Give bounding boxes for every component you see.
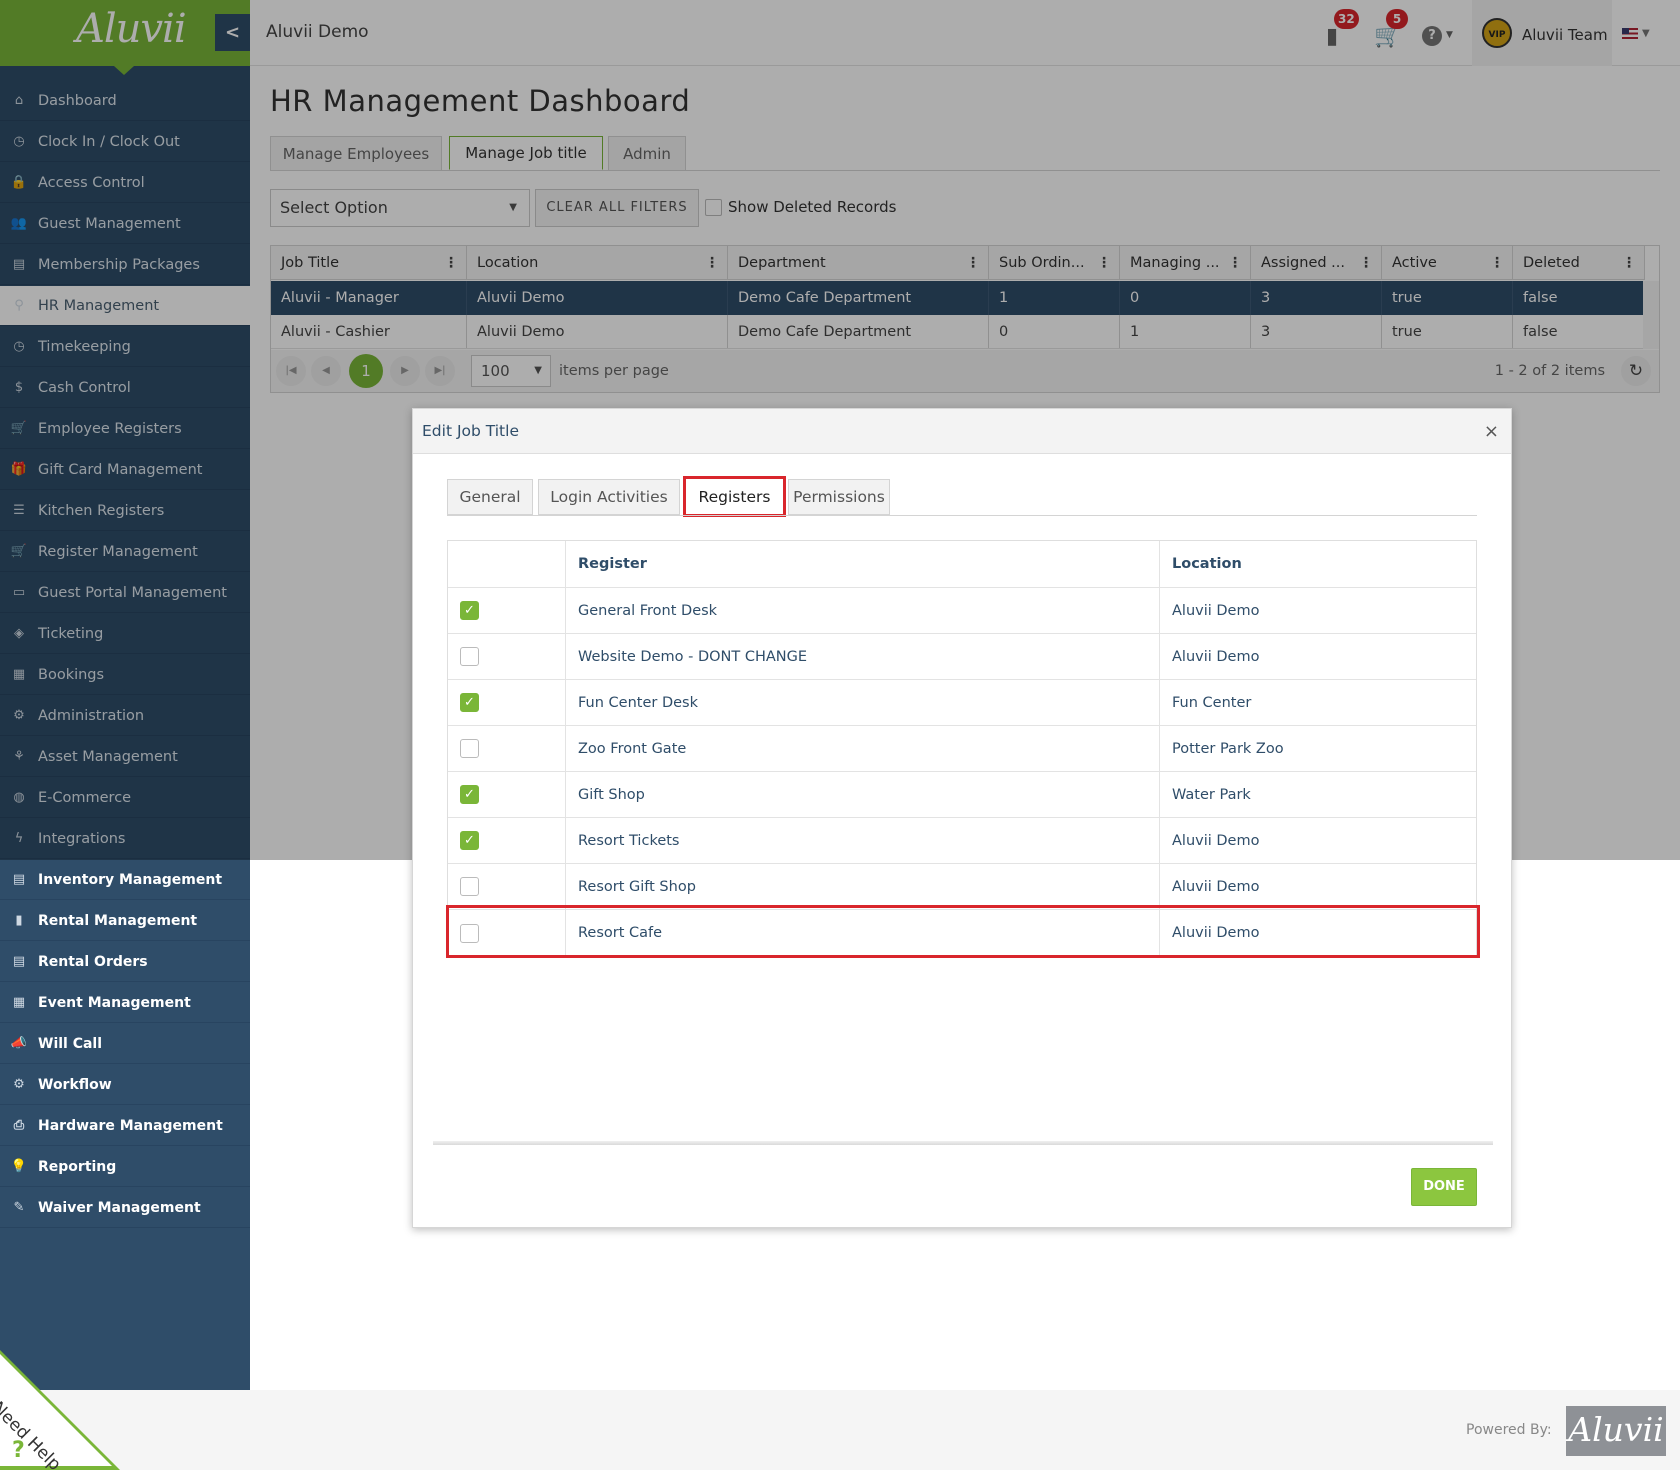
register-name: Resort Cafe: [566, 910, 1160, 956]
modal-tab-divider: [447, 515, 1477, 516]
waiver-management-icon: ✎: [13, 1200, 25, 1215]
register-location: Fun Center: [1172, 694, 1252, 711]
edit-job-title-modal: Edit Job Title × General Login Activitie…: [412, 408, 1512, 1228]
sidebar-item-hardware-management[interactable]: ⎙ Hardware Management: [0, 1106, 250, 1146]
register-location: Aluvii Demo: [1172, 602, 1260, 619]
sidebar-item-rental-orders[interactable]: ▤ Rental Orders: [0, 942, 250, 982]
register-checkbox[interactable]: [460, 923, 479, 943]
register-column-header: Register: [566, 541, 1160, 587]
hardware-management-icon: ⎙: [13, 1118, 25, 1133]
register-location: Aluvii Demo: [1172, 832, 1260, 849]
register-row-resort-cafe[interactable]: Resort Cafe Aluvii Demo: [448, 910, 1476, 956]
modal-tab-permissions[interactable]: Permissions: [788, 479, 890, 515]
sidebar-item-label: Rental Orders: [38, 953, 148, 970]
registers-body: ✓ General Front Desk Aluvii Demo Website De…: [448, 588, 1476, 956]
register-checkbox[interactable]: [460, 739, 479, 758]
register-row-resort-tickets[interactable]: ✓ Resort Tickets Aluvii Demo: [448, 818, 1476, 864]
register-name: Resort Gift Shop: [566, 864, 1160, 909]
sidebar-item-inventory-management[interactable]: ▤ Inventory Management: [0, 860, 250, 900]
register-name: Fun Center Desk: [566, 680, 1160, 725]
register-checkbox[interactable]: ✓: [460, 785, 479, 804]
sidebar-item-waiver-management[interactable]: ✎ Waiver Management: [0, 1188, 250, 1228]
checkbox-column-header: [448, 541, 566, 587]
sidebar-item-reporting[interactable]: 💡 Reporting: [0, 1147, 250, 1187]
sidebar-item-label: Will Call: [38, 1035, 103, 1052]
register-name: Zoo Front Gate: [566, 726, 1160, 771]
question-icon: ?: [12, 1438, 25, 1463]
sidebar-item-label: Reporting: [38, 1158, 117, 1175]
register-checkbox[interactable]: ✓: [460, 831, 479, 850]
register-location: Water Park: [1172, 786, 1251, 803]
footer-aluvii-logo: Aluvii: [1566, 1406, 1666, 1456]
register-row-zoo-front-gate[interactable]: Zoo Front Gate Potter Park Zoo: [448, 726, 1476, 772]
reporting-icon: 💡: [10, 1159, 28, 1174]
powered-by-label: Powered By:: [1466, 1422, 1552, 1438]
checkbox-cell: ✓: [448, 772, 566, 817]
workflow-icon: ⚙: [13, 1077, 25, 1092]
sidebar-item-label: Hardware Management: [38, 1117, 223, 1134]
modal-divider: [433, 1141, 1493, 1145]
will-call-icon: 📣: [10, 1036, 28, 1051]
checkbox-cell: [448, 726, 566, 771]
location-column-header: Location: [1172, 556, 1242, 572]
register-checkbox[interactable]: [460, 877, 479, 896]
rental-management-icon: ▮: [15, 913, 23, 928]
register-location: Aluvii Demo: [1172, 878, 1260, 895]
sidebar-item-label: Inventory Management: [38, 871, 223, 888]
checkbox-cell: ✓: [448, 588, 566, 633]
modal-tab-general[interactable]: General: [447, 479, 533, 515]
register-row-fun-center-desk[interactable]: ✓ Fun Center Desk Fun Center: [448, 680, 1476, 726]
register-name: Website Demo - DONT CHANGE: [566, 634, 1160, 679]
modal-tab-registers[interactable]: Registers: [683, 476, 786, 517]
register-name: Gift Shop: [566, 772, 1160, 817]
register-row-resort-gift-shop[interactable]: Resort Gift Shop Aluvii Demo: [448, 864, 1476, 910]
event-management-icon: ▦: [12, 995, 26, 1010]
registers-table: Register Location ✓ General Front Desk Alu…: [447, 540, 1477, 957]
sidebar-item-will-call[interactable]: 📣 Will Call: [0, 1024, 250, 1064]
close-icon[interactable]: ×: [1484, 421, 1499, 442]
checkbox-cell: ✓: [448, 818, 566, 863]
checkbox-cell: [448, 634, 566, 679]
rental-orders-icon: ▤: [12, 954, 26, 969]
register-checkbox[interactable]: [460, 647, 479, 666]
register-row-website-demo-dont-change[interactable]: Website Demo - DONT CHANGE Aluvii Demo: [448, 634, 1476, 680]
register-name: General Front Desk: [566, 588, 1160, 633]
register-location: Potter Park Zoo: [1172, 740, 1284, 757]
register-checkbox[interactable]: ✓: [460, 693, 479, 712]
registers-header-row: Register Location: [448, 541, 1476, 588]
register-row-gift-shop[interactable]: ✓ Gift Shop Water Park: [448, 772, 1476, 818]
register-location: Aluvii Demo: [1172, 648, 1260, 665]
sidebar-item-rental-management[interactable]: ▮ Rental Management: [0, 901, 250, 941]
register-location: Aluvii Demo: [1172, 925, 1260, 941]
sidebar-item-label: Workflow: [38, 1076, 112, 1093]
sidebar-item-label: Event Management: [38, 994, 191, 1011]
sidebar-item-label: Rental Management: [38, 912, 198, 929]
checkbox-cell: ✓: [448, 680, 566, 725]
modal-header: Edit Job Title ×: [413, 409, 1511, 454]
checkbox-cell: [448, 864, 566, 909]
sidebar-item-label: Waiver Management: [38, 1199, 201, 1216]
checkbox-cell: [448, 910, 566, 956]
sidebar-item-workflow[interactable]: ⚙ Workflow: [0, 1065, 250, 1105]
register-checkbox[interactable]: ✓: [460, 601, 479, 620]
register-name: Resort Tickets: [566, 818, 1160, 863]
register-row-general-front-desk[interactable]: ✓ General Front Desk Aluvii Demo: [448, 588, 1476, 634]
modal-title: Edit Job Title: [422, 422, 519, 440]
modal-tab-login-activities[interactable]: Login Activities: [538, 479, 680, 515]
done-button[interactable]: DONE: [1411, 1168, 1477, 1206]
footer: Powered By: Aluvii: [0, 1390, 1680, 1470]
sidebar-item-event-management[interactable]: ▦ Event Management: [0, 983, 250, 1023]
inventory-management-icon: ▤: [12, 872, 26, 887]
need-help-button[interactable]: Need Help ?: [0, 1350, 120, 1470]
